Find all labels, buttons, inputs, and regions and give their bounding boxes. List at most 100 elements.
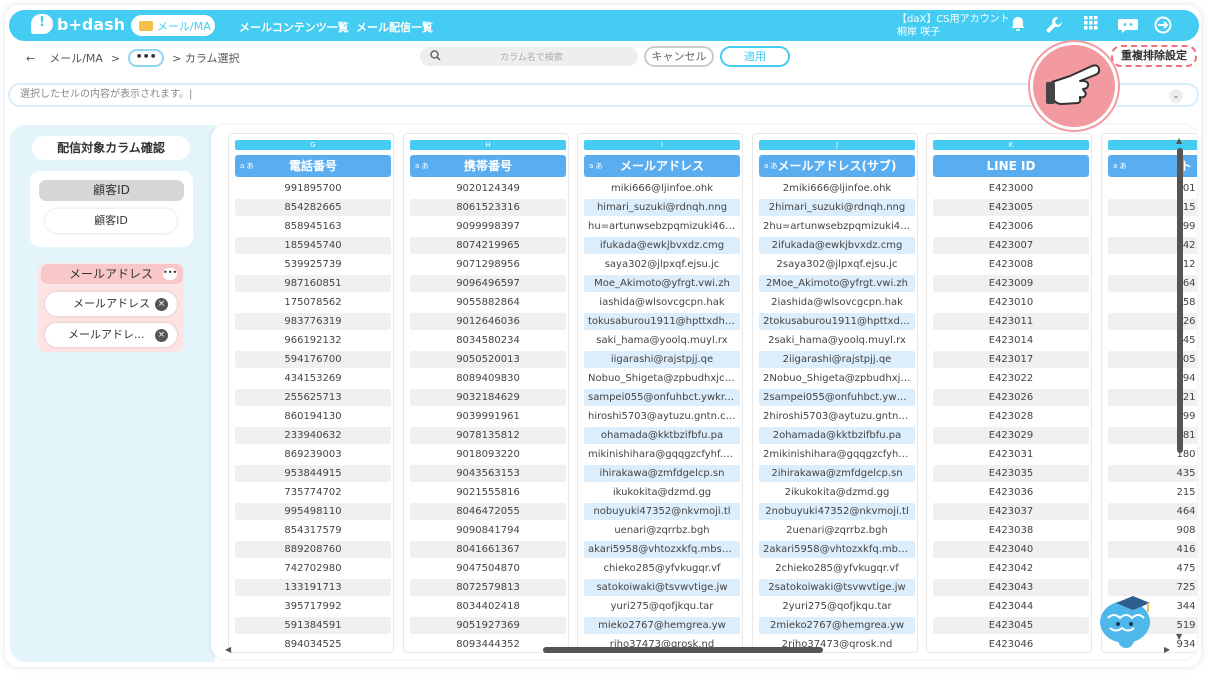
- grid-cell[interactable]: 742702980: [235, 560, 391, 577]
- grid-cell[interactable]: 869239003: [235, 446, 391, 463]
- grid-column[interactable]: Ga あ 電話番号 991895700 854282665 858945163 18594…: [228, 133, 394, 653]
- grid-cell[interactable]: 2hiroshi5703@aytuzu.gntn.cnb: [759, 408, 915, 425]
- grid-cell[interactable]: 594176700: [235, 351, 391, 368]
- grid-cell[interactable]: 2miki666@ljinfoe.ohk: [759, 180, 915, 197]
- column-header[interactable]: a あメールアドレス(サブ): [759, 155, 915, 177]
- grid-cell[interactable]: 894034525: [235, 636, 391, 652]
- grid-cell[interactable]: 2satokoiwaki@tsvwvtige.jw: [759, 579, 915, 596]
- grid-cell[interactable]: akari5958@vhtozxkfq.mbsq.st: [584, 541, 740, 558]
- grid-cell[interactable]: 781: [1108, 427, 1197, 444]
- grid-cell[interactable]: nobuyuki47352@nkvmoji.tl: [584, 503, 740, 520]
- bell-icon[interactable]: [1009, 16, 1027, 34]
- grid-cell[interactable]: E423036: [933, 484, 1089, 501]
- column-header[interactable]: a あ 携帯番号: [410, 155, 566, 177]
- grid-cell[interactable]: E423040: [933, 541, 1089, 558]
- grid-cell[interactable]: 539925739: [235, 256, 391, 273]
- grid-cell[interactable]: 742: [1108, 237, 1197, 254]
- grid-cell[interactable]: 966192132: [235, 332, 391, 349]
- grid-cell[interactable]: 2himari_suzuki@rdnqh.nng: [759, 199, 915, 216]
- grid-cell[interactable]: 9096496597: [410, 275, 566, 292]
- scroll-down-icon[interactable]: ▼: [1176, 632, 1182, 641]
- grid-cell[interactable]: E423007: [933, 237, 1089, 254]
- grid-cell[interactable]: 991895700: [235, 180, 391, 197]
- grid-cell[interactable]: E423008: [933, 256, 1089, 273]
- grid-cell[interactable]: 2Nobuo_Shigeta@zpbudhxjcn.s...: [759, 370, 915, 387]
- grid-cell[interactable]: E423038: [933, 522, 1089, 539]
- grid-cell[interactable]: 2nobuyuki47352@nkvmoji.tl: [759, 503, 915, 520]
- grid-cell[interactable]: 558: [1108, 294, 1197, 311]
- grid-cell[interactable]: 8034402418: [410, 598, 566, 615]
- grid-cell[interactable]: 953844915: [235, 465, 391, 482]
- grid-cell[interactable]: E423029: [933, 427, 1089, 444]
- grid-cell[interactable]: E423046: [933, 636, 1089, 652]
- grid-cell[interactable]: 2iigarashi@rajstpjj.qe: [759, 351, 915, 368]
- grid-cell[interactable]: 8074219965: [410, 237, 566, 254]
- column-letter[interactable]: K: [933, 140, 1089, 150]
- grid-cell[interactable]: 399: [1108, 408, 1197, 425]
- grid-cell[interactable]: 215: [1108, 484, 1197, 501]
- column-header[interactable]: LINE ID: [933, 155, 1089, 177]
- column-search[interactable]: カラム名で検索: [420, 47, 638, 66]
- grid-cell[interactable]: 8089409830: [410, 370, 566, 387]
- apply-button[interactable]: 適用: [720, 46, 790, 67]
- customer-id-item[interactable]: 顧客ID: [45, 209, 177, 233]
- grid-cell[interactable]: 889208760: [235, 541, 391, 558]
- grid-cell[interactable]: 9051927369: [410, 617, 566, 634]
- grid-cell[interactable]: E423026: [933, 389, 1089, 406]
- grid-cell[interactable]: himari_suzuki@rdnqh.nng: [584, 199, 740, 216]
- column-header[interactable]: a あ 電話番号: [235, 155, 391, 177]
- grid-cell[interactable]: miki666@ljinfoe.ohk: [584, 180, 740, 197]
- grid-cell[interactable]: E423035: [933, 465, 1089, 482]
- grid-cell[interactable]: 180: [1108, 446, 1197, 463]
- grid-cell[interactable]: 908: [1108, 522, 1197, 539]
- grid-cell[interactable]: E423014: [933, 332, 1089, 349]
- grid-cell[interactable]: 964: [1108, 275, 1197, 292]
- grid-cell[interactable]: 615: [1108, 199, 1197, 216]
- grid-cell[interactable]: E423009: [933, 275, 1089, 292]
- grid-cell[interactable]: 9021555816: [410, 484, 566, 501]
- grid-cell[interactable]: E423005: [933, 199, 1089, 216]
- grid-cell[interactable]: 995498110: [235, 503, 391, 520]
- grid-cell[interactable]: 9090841794: [410, 522, 566, 539]
- grid-cell[interactable]: E423028: [933, 408, 1089, 425]
- grid-cell[interactable]: saya302@jlpxqf.ejsu.jc: [584, 256, 740, 273]
- grid-cell[interactable]: 2chieko285@yfvkugqr.vf: [759, 560, 915, 577]
- grid-cell[interactable]: tokusaburou1911@hpttxdhznc...: [584, 313, 740, 330]
- nav-mail-contents[interactable]: メールコンテンツ一覧: [239, 19, 349, 35]
- grid-cell[interactable]: 2saki_hama@yoolq.muyl.rx: [759, 332, 915, 349]
- column-letter[interactable]: [1108, 140, 1197, 150]
- grid-cell[interactable]: E423011: [933, 313, 1089, 330]
- column-header[interactable]: a あ メールアドレス: [584, 155, 740, 177]
- grid-cell[interactable]: 8072579813: [410, 579, 566, 596]
- column-letter[interactable]: J: [759, 140, 915, 150]
- chat-bot-icon[interactable]: [1117, 16, 1139, 34]
- grid-cell[interactable]: E423017: [933, 351, 1089, 368]
- grid-cell[interactable]: 8046472055: [410, 503, 566, 520]
- grid-cell[interactable]: 591384591: [235, 617, 391, 634]
- grid-cell[interactable]: 9039991961: [410, 408, 566, 425]
- grid-cell[interactable]: Nobuo_Shigeta@zpbudhxjcn.su...: [584, 370, 740, 387]
- grid-cell[interactable]: 854317579: [235, 522, 391, 539]
- grid-cell[interactable]: E423022: [933, 370, 1089, 387]
- column-letter[interactable]: I: [584, 140, 740, 150]
- grid-cell[interactable]: 9047504870: [410, 560, 566, 577]
- grid-cell[interactable]: ohamada@kktbzifbfu.pa: [584, 427, 740, 444]
- breadcrumb-root[interactable]: メール/MA: [49, 50, 103, 66]
- brand-logo[interactable]: b+dash: [31, 14, 125, 34]
- remove-icon[interactable]: ×: [155, 298, 168, 311]
- column-letter[interactable]: G: [235, 140, 391, 150]
- grid-cell[interactable]: 2tokusaburou1911@hpttxdhz...: [759, 313, 915, 330]
- breadcrumb-more-button[interactable]: •••: [128, 49, 165, 67]
- grid-cell[interactable]: ihirakawa@zmfdgelcp.sn: [584, 465, 740, 482]
- grid-cell[interactable]: 2ihirakawa@zmfdgelcp.sn: [759, 465, 915, 482]
- grid-cell[interactable]: 2sampei055@onfuhbct.ywkr.tg: [759, 389, 915, 406]
- grid-cell[interactable]: mieko2767@hemgrea.yw: [584, 617, 740, 634]
- grid-cell[interactable]: 735774702: [235, 484, 391, 501]
- grid-cell[interactable]: 9043563153: [410, 465, 566, 482]
- scroll-right-icon[interactable]: ▶: [1164, 645, 1170, 654]
- grid-cell[interactable]: E423006: [933, 218, 1089, 235]
- dedupe-settings-button[interactable]: 重複排除設定: [1111, 45, 1197, 67]
- grid-cell[interactable]: 475: [1108, 560, 1197, 577]
- grid-cell[interactable]: 987160851: [235, 275, 391, 292]
- chevron-down-icon[interactable]: ⌄: [1169, 89, 1183, 103]
